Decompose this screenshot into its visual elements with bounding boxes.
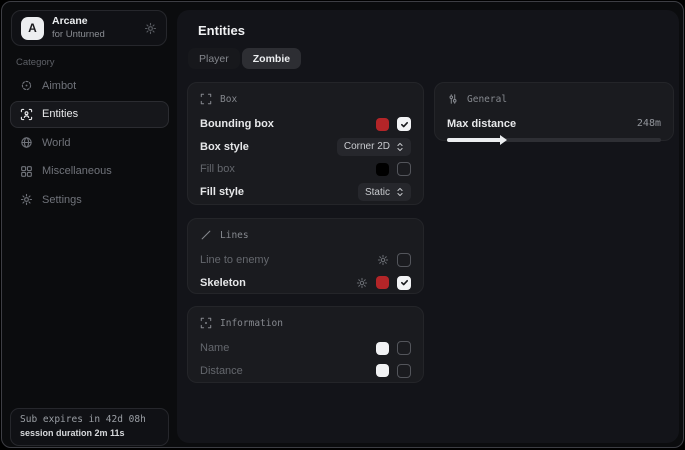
sidebar-item-world[interactable]: World	[10, 129, 169, 156]
subscription-card: Sub expires in 42d 08h session duration …	[10, 408, 169, 446]
gear-icon[interactable]	[377, 254, 389, 266]
setting-row-bounding-box: Bounding box	[200, 113, 411, 136]
setting-label: Distance	[200, 365, 243, 377]
gear-icon	[20, 193, 33, 206]
lines-card: Lines Line to enemy Skeleton	[187, 218, 424, 294]
sidebar-item-label: World	[42, 137, 71, 149]
gear-icon[interactable]	[356, 277, 368, 289]
general-card-header: General	[447, 91, 661, 107]
sidebar: A Arcane for Unturned Category Aimbot	[2, 2, 177, 447]
sidebar-nav: Aimbot Entities World Miscellaneous	[10, 72, 169, 215]
diagonal-line-icon	[200, 229, 212, 241]
color-swatch[interactable]	[376, 163, 389, 176]
page-title: Entities	[198, 23, 245, 38]
general-card: General Max distance 248m	[434, 82, 674, 141]
sidebar-item-aimbot[interactable]: Aimbot	[10, 72, 169, 99]
chevron-updown-icon	[396, 187, 404, 197]
color-swatch[interactable]	[376, 276, 389, 289]
setting-row-distance: Distance	[200, 360, 411, 383]
fill-style-dropdown[interactable]: Static	[358, 183, 411, 201]
information-card-header: Information	[200, 315, 411, 331]
setting-label: Name	[200, 342, 229, 354]
checkbox-unchecked[interactable]	[397, 341, 411, 355]
max-distance-slider[interactable]	[447, 138, 661, 142]
sidebar-item-miscellaneous[interactable]: Miscellaneous	[10, 158, 169, 185]
lines-card-header: Lines	[200, 227, 411, 243]
setting-label: Skeleton	[200, 277, 246, 289]
dropdown-value: Static	[365, 187, 390, 198]
sidebar-item-label: Miscellaneous	[42, 165, 112, 177]
sliders-icon	[447, 93, 459, 105]
sub-expires-text: Sub expires in 42d 08h	[20, 414, 159, 425]
grid-icon	[20, 165, 33, 178]
brand-card: A Arcane for Unturned	[11, 10, 167, 46]
setting-row-fill-box: Fill box	[200, 158, 411, 181]
checkbox-unchecked[interactable]	[397, 253, 411, 267]
app-window: A Arcane for Unturned Category Aimbot	[1, 1, 684, 448]
checkbox-unchecked[interactable]	[397, 162, 411, 176]
slider-fill	[447, 138, 501, 142]
entity-scan-icon	[20, 108, 33, 121]
setting-label: Box style	[200, 141, 249, 153]
sidebar-item-settings[interactable]: Settings	[10, 186, 169, 213]
setting-row-box-style: Box style Corner 2D	[200, 136, 411, 159]
tab-player[interactable]: Player	[188, 48, 240, 69]
chevron-updown-icon	[396, 142, 404, 152]
box-card: Box Bounding box Box style Corner 2D	[187, 82, 424, 205]
tab-bar: Player Zombie	[188, 48, 301, 69]
scan-icon	[200, 317, 212, 329]
slider-thumb[interactable]	[500, 135, 507, 145]
app-subtitle: for Unturned	[52, 30, 105, 40]
checkbox-checked[interactable]	[397, 117, 411, 131]
setting-row-skeleton: Skeleton	[200, 272, 411, 295]
checkbox-checked[interactable]	[397, 276, 411, 290]
globe-icon	[20, 136, 33, 149]
box-style-dropdown[interactable]: Corner 2D	[337, 138, 411, 156]
box-card-header: Box	[200, 91, 411, 107]
setting-label: Max distance	[447, 118, 516, 130]
setting-row-fill-style: Fill style Static	[200, 181, 411, 204]
setting-label: Line to enemy	[200, 254, 269, 266]
app-logo: A	[21, 17, 44, 40]
color-swatch[interactable]	[376, 342, 389, 355]
setting-row-line-to-enemy: Line to enemy	[200, 249, 411, 272]
category-label: Category	[16, 57, 55, 68]
setting-label: Bounding box	[200, 118, 274, 130]
setting-row-max-distance: Max distance 248m	[447, 113, 661, 134]
gear-icon[interactable]	[144, 22, 157, 35]
setting-label: Fill box	[200, 163, 235, 175]
information-card: Information Name Distance	[187, 306, 424, 383]
information-card-title: Information	[220, 318, 283, 329]
sidebar-item-label: Settings	[42, 194, 82, 206]
lines-card-title: Lines	[220, 230, 249, 241]
sidebar-item-label: Entities	[42, 108, 78, 120]
sidebar-item-label: Aimbot	[42, 80, 76, 92]
crosshair-icon	[20, 79, 33, 92]
slider-value: 248m	[637, 118, 661, 129]
main-panel: Entities Player Zombie Box Bounding box	[177, 10, 679, 443]
setting-label: Fill style	[200, 186, 244, 198]
box-card-title: Box	[220, 94, 237, 105]
general-card-title: General	[467, 94, 507, 105]
checkbox-unchecked[interactable]	[397, 364, 411, 378]
session-duration-text: session duration 2m 11s	[20, 428, 159, 438]
app-title: Arcane	[52, 16, 105, 28]
color-swatch[interactable]	[376, 118, 389, 131]
dropdown-value: Corner 2D	[344, 141, 390, 152]
sidebar-item-entities[interactable]: Entities	[10, 101, 169, 128]
setting-row-name: Name	[200, 337, 411, 360]
bounding-box-icon	[200, 93, 212, 105]
tab-zombie[interactable]: Zombie	[242, 48, 301, 69]
color-swatch[interactable]	[376, 364, 389, 377]
